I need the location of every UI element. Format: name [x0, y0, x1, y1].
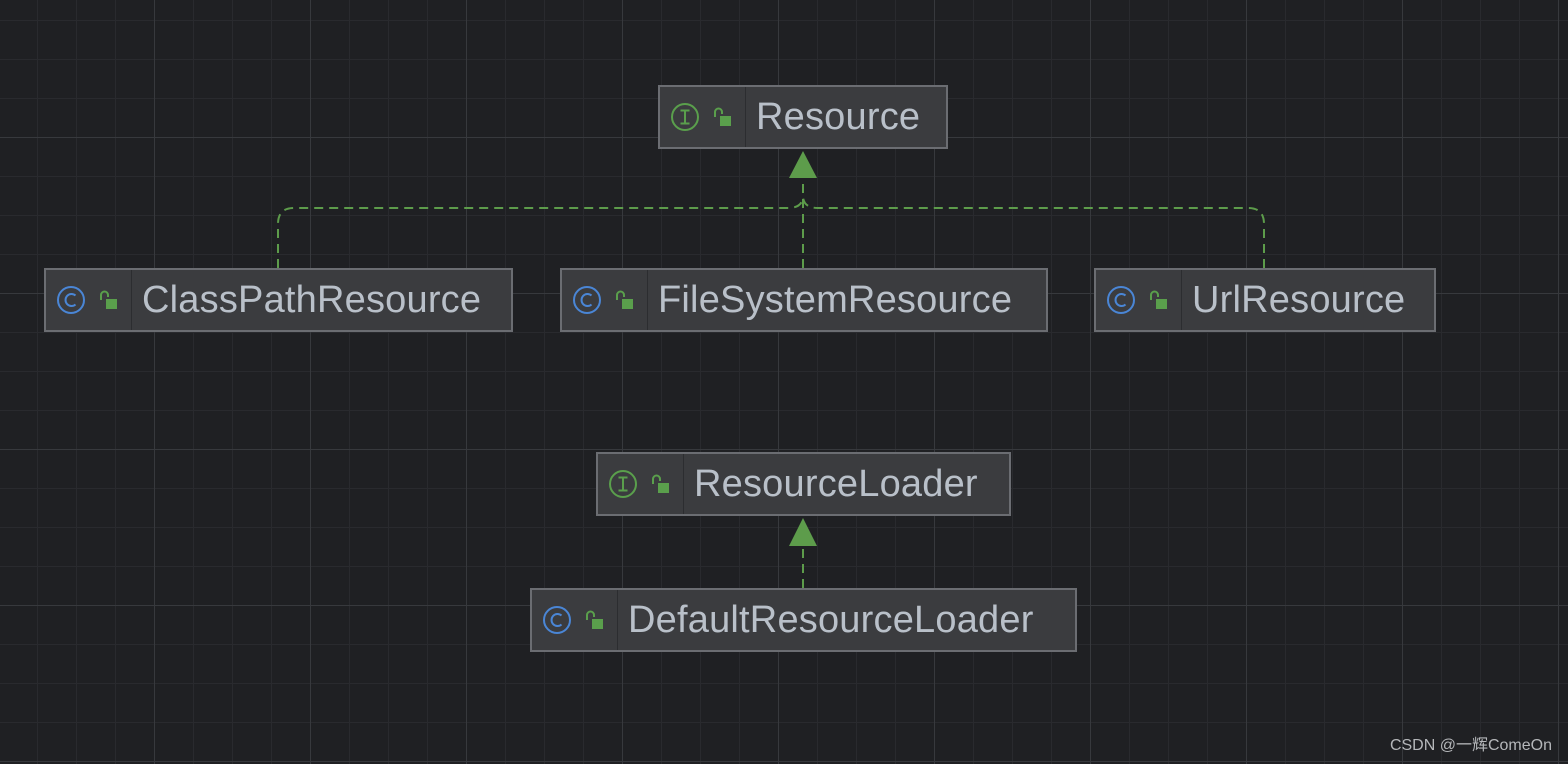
arrowhead-resourceloader — [789, 518, 817, 546]
node-defaultresourceloader[interactable]: DefaultResourceLoader — [530, 588, 1077, 652]
node-resourceloader[interactable]: ResourceLoader — [596, 452, 1011, 516]
class-icon — [57, 286, 85, 314]
node-label-filesystemresource: FileSystemResource — [658, 278, 1013, 321]
node-label-classpathresource: ClassPathResource — [142, 278, 482, 321]
arrowhead-resource — [789, 151, 817, 178]
public-lock-icon — [1150, 290, 1167, 309]
node-urlresource[interactable]: UrlResource — [1094, 268, 1436, 332]
class-icon — [573, 286, 601, 314]
public-lock-icon — [100, 290, 117, 309]
class-icon — [1107, 286, 1135, 314]
public-lock-icon — [652, 474, 669, 493]
node-label-urlresource: UrlResource — [1192, 278, 1406, 321]
interface-icon — [609, 470, 637, 498]
node-label-defaultresourceloader: DefaultResourceLoader — [628, 598, 1034, 641]
edge-classpath-to-resource — [277, 196, 804, 268]
node-classpathresource[interactable]: ClassPathResource — [44, 268, 513, 332]
node-label-resource: Resource — [756, 95, 921, 138]
class-icon — [543, 606, 571, 634]
node-filesystemresource[interactable]: FileSystemResource — [560, 268, 1048, 332]
public-lock-icon — [586, 610, 603, 629]
public-lock-icon — [616, 290, 633, 309]
node-label-resourceloader: ResourceLoader — [694, 462, 978, 505]
watermark: CSDN @一辉ComeOn — [1389, 737, 1552, 754]
public-lock-icon — [714, 107, 731, 126]
node-resource[interactable]: Resource — [658, 85, 948, 149]
edge-url-to-resource — [802, 196, 1265, 268]
interface-icon — [671, 103, 699, 131]
